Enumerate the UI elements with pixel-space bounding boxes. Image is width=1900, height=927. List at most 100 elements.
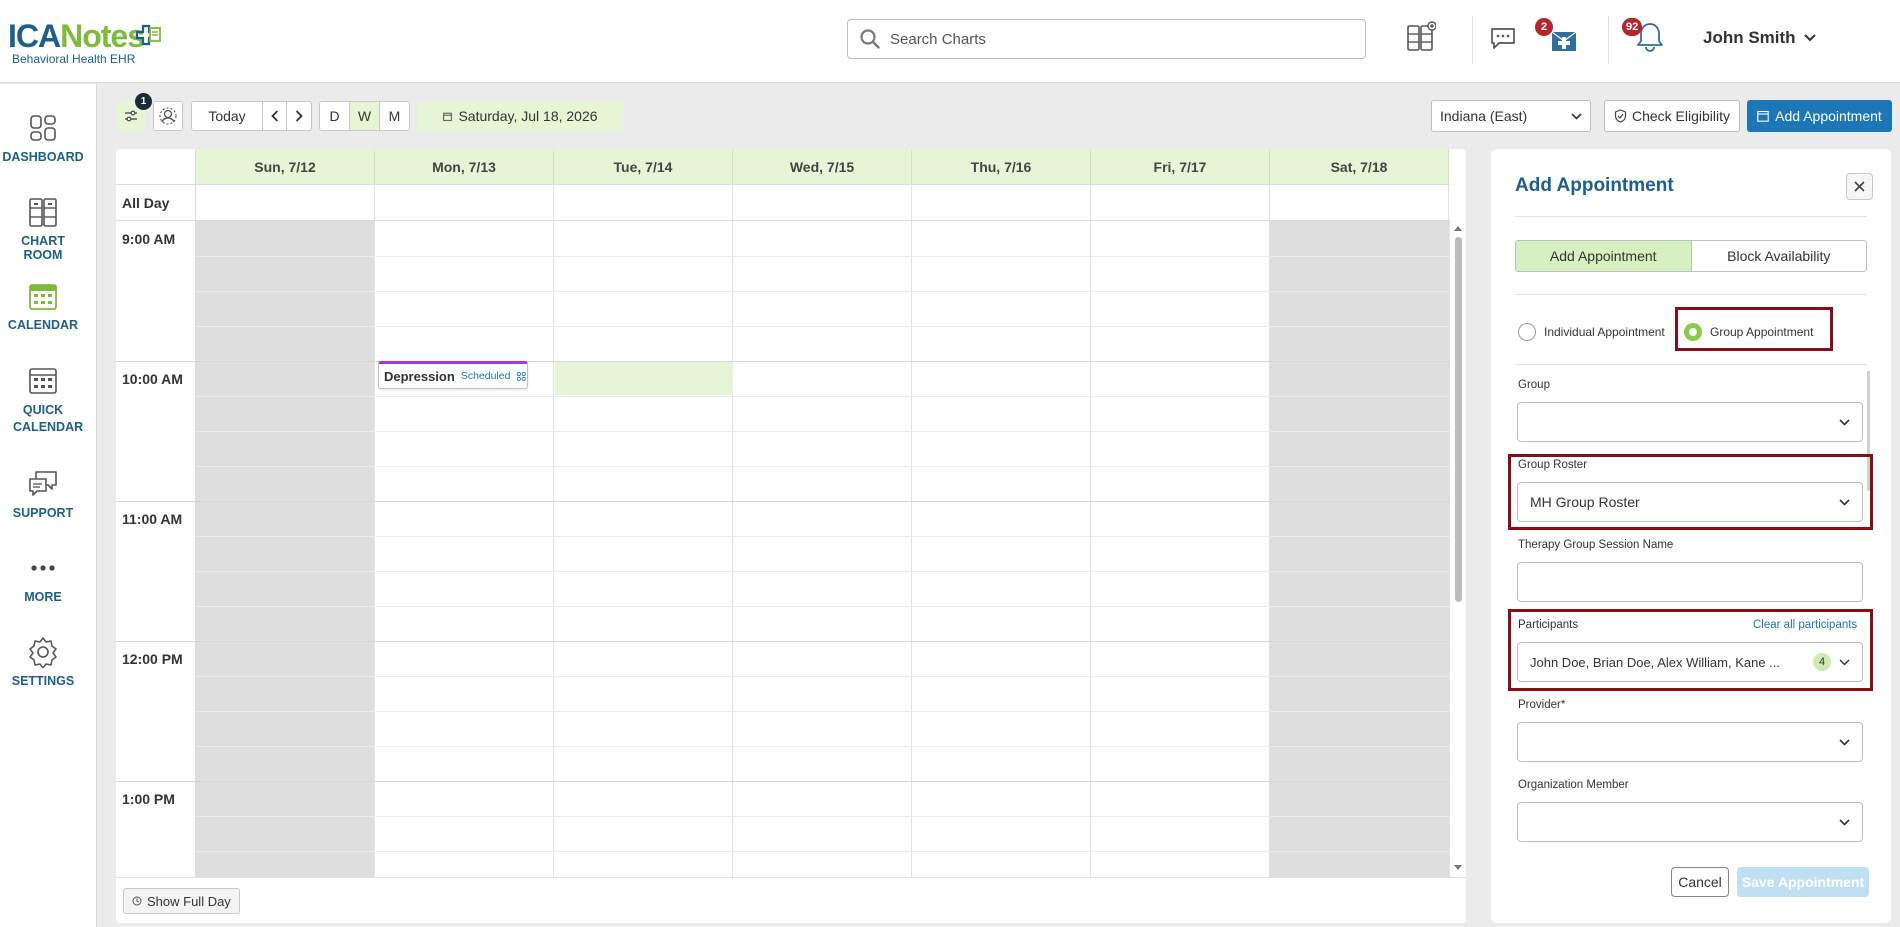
day-column-sat[interactable] (1270, 221, 1450, 877)
day-column-thu[interactable] (912, 221, 1091, 877)
day-header-sat[interactable]: Sat, 7/18 (1270, 149, 1449, 184)
day-header-thu[interactable]: Thu, 7/16 (912, 149, 1091, 184)
all-day-cell[interactable] (375, 185, 554, 220)
medical-inbox-icon (1551, 31, 1577, 51)
timezone-select[interactable]: Indiana (East) (1431, 100, 1591, 132)
all-day-cell[interactable] (1091, 185, 1270, 220)
check-eligibility-button[interactable]: Check Eligibility (1604, 100, 1740, 132)
support-icon (29, 471, 57, 496)
day-column-mon[interactable] (375, 221, 554, 877)
appointment-type-toggle: Add Appointment Block Availability (1515, 240, 1867, 272)
clear-participants-link[interactable]: Clear all participants (1753, 619, 1857, 631)
session-name-label: Therapy Group Session Name (1518, 539, 1674, 551)
provider-label: Provider* (1518, 699, 1566, 711)
calendar-icon (29, 284, 57, 310)
appointment-event[interactable]: Depression Scheduled (378, 361, 528, 389)
user-menu[interactable]: John Smith (1703, 28, 1816, 48)
participants-count-badge: 4 (1813, 653, 1831, 671)
radio-label: Individual Appointment (1544, 325, 1665, 339)
chevron-down-icon (1839, 498, 1850, 506)
app-logo[interactable]: ICANotes Behavioral Health EHR (8, 20, 161, 66)
sidebar-item-dashboard[interactable]: DASHBOARD (0, 112, 86, 164)
provider-select[interactable] (1517, 722, 1863, 762)
sidebar-item-chart-room[interactable]: CHART ROOM (0, 196, 86, 262)
logo-plus-icon (135, 24, 161, 46)
selected-time-slot[interactable] (555, 361, 733, 395)
show-full-day-button[interactable]: Show Full Day (123, 888, 240, 914)
chevron-left-icon (270, 110, 278, 122)
today-button[interactable]: Today (192, 102, 263, 130)
save-appointment-button[interactable]: Save Appointment (1737, 867, 1869, 897)
organization-member-select[interactable] (1517, 802, 1863, 842)
search-input[interactable] (890, 30, 1330, 48)
all-day-cell[interactable] (196, 185, 375, 220)
all-day-cell[interactable] (733, 185, 912, 220)
month-view-button[interactable]: M (380, 102, 409, 130)
date-navigation: Today (191, 101, 312, 131)
add-appointment-button[interactable]: Add Appointment (1747, 100, 1892, 132)
participants-select[interactable]: John Doe, Brian Doe, Alex William, Kane … (1517, 642, 1863, 682)
panel-title: Add Appointment (1515, 175, 1674, 196)
sidebar-item-label: CHART ROOM (21, 234, 65, 262)
sidebar-item-more[interactable]: MORE (0, 552, 86, 604)
current-date-label: Saturday, Jul 18, 2026 (458, 108, 598, 124)
sidebar-item-support[interactable]: SUPPORT (0, 468, 86, 520)
day-header-wed[interactable]: Wed, 7/15 (733, 149, 912, 184)
search-charts[interactable] (847, 19, 1366, 59)
scroll-thumb[interactable] (1455, 237, 1462, 602)
group-label: Group (1518, 379, 1550, 391)
notifications-badge: 92 (1622, 18, 1643, 36)
scroll-up-icon (1454, 226, 1462, 231)
current-date-picker[interactable]: Saturday, Jul 18, 2026 (418, 101, 623, 131)
calendar-plus-icon (1757, 110, 1769, 122)
group-icon (517, 371, 527, 381)
sidebar-item-quick-calendar[interactable]: QUICK CALENDAR (0, 364, 86, 436)
organization-member-label: Organization Member (1518, 779, 1629, 791)
calendar-grid[interactable]: 9:00 AM 10:00 AM 11:00 AM 12:00 PM 1:00 … (116, 221, 1450, 877)
quick-calendar-icon (29, 368, 57, 394)
tab-add-appointment[interactable]: Add Appointment (1516, 241, 1692, 271)
add-appointment-panel: Add Appointment Add Appointment Block Av… (1491, 149, 1891, 923)
all-day-cell[interactable] (1270, 185, 1449, 220)
day-view-button[interactable]: D (320, 102, 350, 130)
all-day-cell[interactable] (912, 185, 1091, 220)
top-separator (1608, 16, 1609, 64)
logo-subtitle: Behavioral Health EHR (12, 52, 136, 66)
individual-appointment-radio[interactable]: Individual Appointment (1518, 323, 1665, 341)
chart-room-shortcut[interactable] (1405, 20, 1437, 54)
tab-block-availability[interactable]: Block Availability (1692, 241, 1867, 271)
sidebar-item-settings[interactable]: SETTINGS (0, 636, 86, 688)
cancel-button[interactable]: Cancel (1671, 867, 1729, 897)
search-icon (860, 29, 880, 49)
provider-view-button[interactable] (153, 101, 183, 131)
sidebar-item-calendar[interactable]: CALENDAR (0, 280, 86, 332)
user-search-icon (159, 107, 177, 125)
previous-week-button[interactable] (263, 102, 287, 130)
radio-circle (1518, 323, 1536, 341)
all-day-cell[interactable] (554, 185, 733, 220)
group-select[interactable] (1517, 402, 1863, 442)
filter-sliders-icon (125, 110, 137, 122)
week-view-button[interactable]: W (350, 102, 380, 130)
next-week-button[interactable] (287, 102, 311, 130)
scroll-down-icon (1454, 865, 1462, 870)
day-column-wed[interactable] (733, 221, 912, 877)
all-day-label: All Day (116, 185, 196, 220)
hour-label: 9:00 AM (122, 231, 176, 247)
day-header-fri[interactable]: Fri, 7/17 (1091, 149, 1270, 184)
chat-button[interactable] (1487, 24, 1519, 52)
day-header-tue[interactable]: Tue, 7/14 (554, 149, 733, 184)
group-roster-select[interactable]: MH Group Roster (1517, 482, 1863, 522)
close-panel-button[interactable] (1846, 173, 1873, 200)
calendar-scrollbar[interactable] (1452, 221, 1464, 877)
session-name-input[interactable] (1517, 562, 1863, 602)
day-header-mon[interactable]: Mon, 7/13 (375, 149, 554, 184)
annotation-highlight (1675, 307, 1833, 351)
shield-check-icon (1614, 109, 1627, 123)
day-column-sun[interactable] (196, 221, 375, 877)
show-full-day-label: Show Full Day (147, 893, 231, 909)
day-column-fri[interactable] (1091, 221, 1270, 877)
settings-icon (29, 637, 57, 668)
day-header-sun[interactable]: Sun, 7/12 (196, 149, 375, 184)
day-column-tue[interactable] (554, 221, 733, 877)
